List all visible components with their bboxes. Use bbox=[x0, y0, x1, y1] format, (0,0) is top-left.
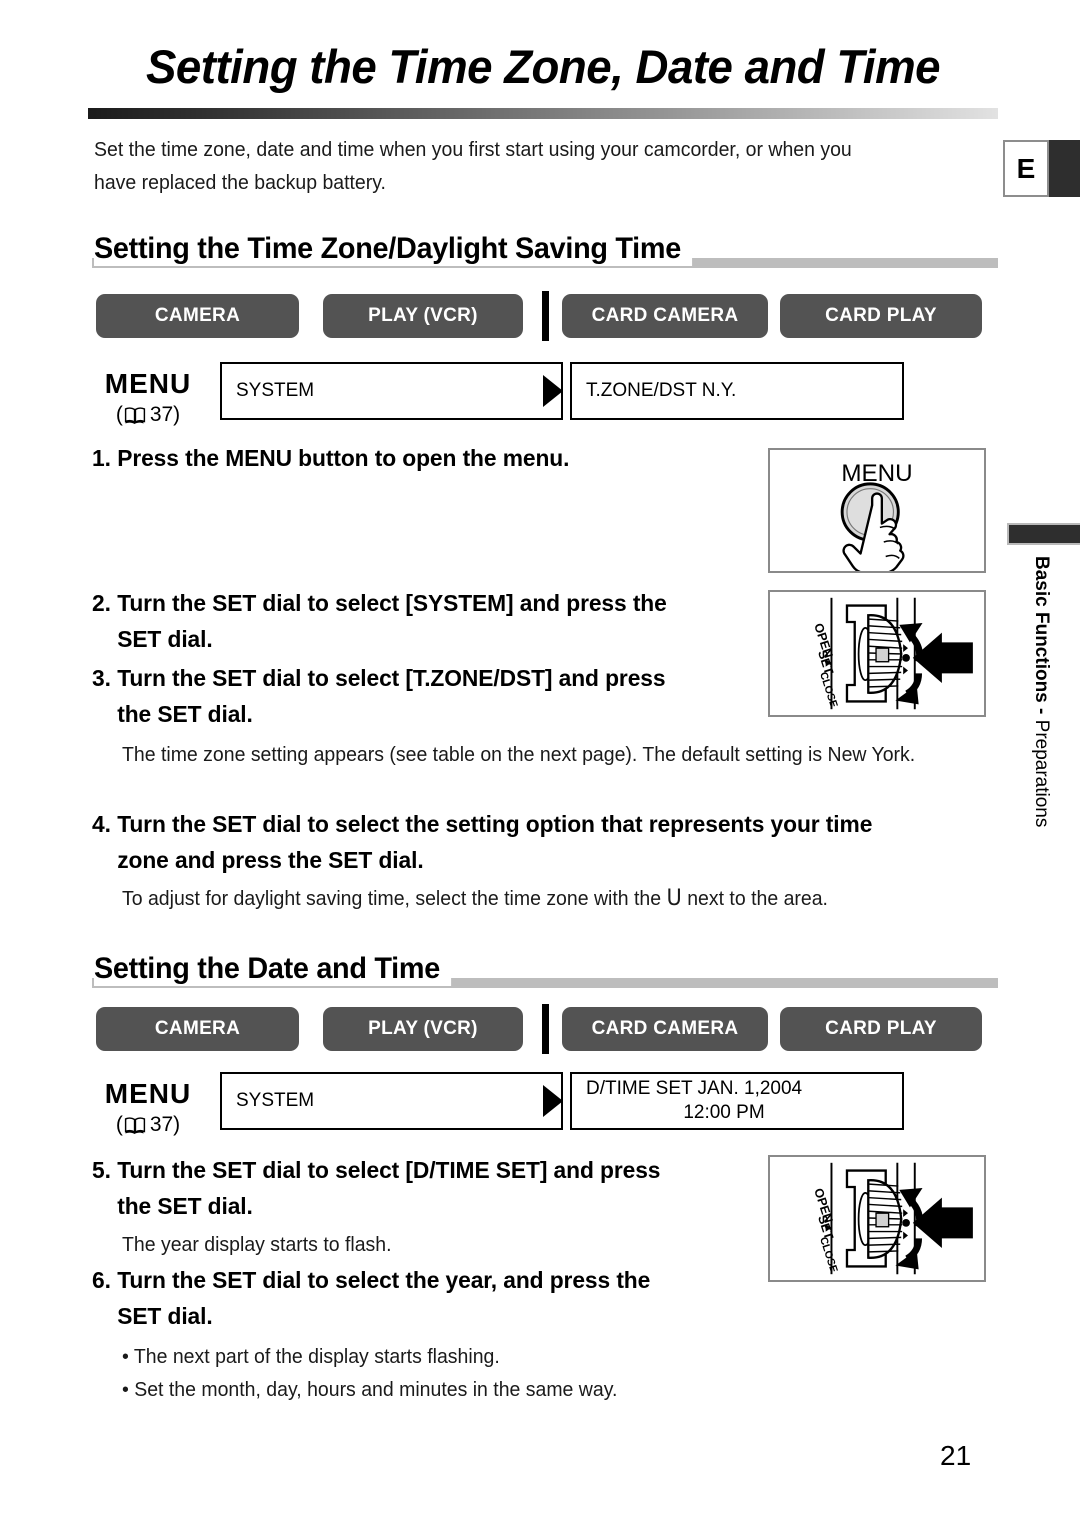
step-5-text: Turn the SET dial to select [D/TIME SET]… bbox=[117, 1157, 661, 1183]
menu-label-2: MENU bbox=[104, 1078, 192, 1109]
set-dial-illustration-svg-2: OPEN SET CLOSE bbox=[811, 1162, 973, 1275]
step-4-note-post: next to the area. bbox=[681, 887, 828, 910]
menu-box-tzone: T.ZONE/DST N.Y. bbox=[570, 362, 904, 420]
menu-path-section2: MENU (37) SYSTEM D/TIME SET JAN. 1,2004 … bbox=[88, 1072, 998, 1136]
step-2-text: Turn the SET dial to select [SYSTEM] and… bbox=[117, 590, 667, 616]
side-tab-label: Basic Functions - Preparations bbox=[1004, 556, 1054, 827]
mode-separator bbox=[542, 291, 549, 341]
menu-box-dtime-line2: 12:00 PM bbox=[683, 1102, 765, 1123]
step-2: 2. Turn the SET dial to select [SYSTEM] a… bbox=[92, 585, 732, 657]
step-4-note: To adjust for daylight saving time, sele… bbox=[122, 882, 968, 915]
menu-box-system-text-2: SYSTEM bbox=[236, 1090, 315, 1112]
menu-illustration-caption: MENU bbox=[841, 460, 912, 487]
step-4: 4. Turn the SET dial to select the settin… bbox=[92, 806, 975, 878]
step-6: 6. Turn the SET dial to select the year, … bbox=[92, 1262, 732, 1334]
menu-path-label-group-2: MENU (37) bbox=[88, 1078, 208, 1137]
step-6-text-line2: SET dial. bbox=[117, 1303, 213, 1329]
step-4-text-line2: zone and press the SET dial. bbox=[117, 847, 424, 873]
mode-button-card-play[interactable]: CARD PLAY bbox=[780, 294, 982, 338]
menu-path-section1: MENU (37) SYSTEM T.ZONE/DST N.Y. bbox=[88, 362, 998, 426]
step-3-note: The time zone setting appears (see table… bbox=[122, 743, 916, 766]
intro-paragraph: Set the time zone, date and time when yo… bbox=[94, 138, 852, 194]
menu-box-system-text: SYSTEM bbox=[236, 380, 315, 402]
step-5-number: 5. bbox=[92, 1157, 111, 1183]
step-5: 5. Turn the SET dial to select [D/TIME SE… bbox=[92, 1152, 732, 1224]
section-heading-text: Setting the Time Zone/Daylight Saving Ti… bbox=[94, 232, 693, 266]
step-6-bullets: • The next part of the display starts fl… bbox=[122, 1340, 787, 1406]
book-icon bbox=[124, 407, 145, 424]
page-title: Setting the Time Zone, Date and Time bbox=[145, 40, 941, 93]
language-tab-bar bbox=[1046, 140, 1080, 197]
step-2-number: 2. bbox=[92, 590, 111, 616]
step-4-text: Turn the SET dial to select the setting … bbox=[117, 811, 873, 837]
menu-page-number-2: 37 bbox=[149, 1113, 174, 1136]
book-icon-2 bbox=[124, 1117, 145, 1134]
step-6-text: Turn the SET dial to select the year, an… bbox=[117, 1267, 651, 1293]
menu-box-system-2: SYSTEM bbox=[220, 1072, 563, 1130]
step-3-text: Turn the SET dial to select [T.ZONE/DST]… bbox=[117, 665, 666, 691]
section-heading-date-time: Setting the Date and Time bbox=[92, 948, 998, 988]
menu-flow-arrow-icon bbox=[543, 375, 563, 407]
menu-box-dtime-line1: D/TIME SET JAN. 1,2004 bbox=[586, 1078, 803, 1100]
step-4-number: 4. bbox=[92, 811, 111, 837]
menu-box-tzone-text: T.ZONE/DST N.Y. bbox=[586, 380, 737, 402]
menu-label: MENU bbox=[104, 368, 192, 399]
menu-box-dtime-text: D/TIME SET JAN. 1,2004 12:00 PM bbox=[572, 1077, 902, 1125]
title-gradient-rule bbox=[88, 108, 998, 119]
dial-label-close: CLOSE bbox=[817, 671, 840, 710]
set-dial-illustration-svg-1: OPEN SET CLOSE bbox=[811, 597, 973, 710]
side-tab-marker bbox=[1007, 523, 1080, 545]
mode-button-card-camera[interactable]: CARD CAMERA bbox=[562, 294, 768, 338]
menu-page-reference-2: (37) bbox=[115, 1113, 181, 1136]
mode-button-camera-2[interactable]: CAMERA bbox=[96, 1007, 299, 1051]
step-2-text-line2: SET dial. bbox=[117, 626, 213, 652]
step-1-text: Press the MENU button to open the menu. bbox=[117, 445, 570, 471]
mode-button-play-vcr-2[interactable]: PLAY (VCR) bbox=[323, 1007, 523, 1051]
step-1: 1. Press the MENU button to open the menu… bbox=[92, 440, 732, 476]
mode-button-card-camera-2[interactable]: CARD CAMERA bbox=[562, 1007, 768, 1051]
mode-button-card-play-2[interactable]: CARD PLAY bbox=[780, 1007, 982, 1051]
menu-page-reference: (37) bbox=[115, 403, 181, 426]
step-3-text-line2: the SET dial. bbox=[117, 701, 253, 727]
side-tab-bold-text: Basic Functions - bbox=[1031, 556, 1052, 715]
dial-label-close-2: CLOSE bbox=[817, 1236, 840, 1275]
daylight-saving-symbol: U bbox=[666, 886, 682, 911]
menu-button-illustration: MENU bbox=[768, 448, 986, 575]
step-6-bullet-2: • Set the month, day, hours and minutes … bbox=[122, 1378, 618, 1401]
step-6-bullet-1: • The next part of the display starts fl… bbox=[122, 1345, 500, 1368]
step-1-number: 1. bbox=[92, 445, 111, 471]
menu-path-label-group: MENU (37) bbox=[88, 368, 208, 427]
language-tab-e: E bbox=[1003, 140, 1049, 197]
set-dial-illustration-2: OPEN SET CLOSE bbox=[768, 1155, 986, 1282]
step-3-number: 3. bbox=[92, 665, 111, 691]
menu-button-illustration-svg: MENU bbox=[840, 460, 913, 575]
step-4-note-pre: To adjust for daylight saving time, sele… bbox=[122, 887, 667, 910]
mode-button-camera[interactable]: CAMERA bbox=[96, 294, 299, 338]
step-3: 3. Turn the SET dial to select [T.ZONE/DS… bbox=[92, 660, 742, 732]
set-dial-illustration-1: OPEN SET CLOSE bbox=[768, 590, 986, 717]
menu-box-dtime: D/TIME SET JAN. 1,2004 12:00 PM bbox=[570, 1072, 904, 1130]
step-6-number: 6. bbox=[92, 1267, 111, 1293]
mode-button-play-vcr[interactable]: PLAY (VCR) bbox=[323, 294, 523, 338]
menu-flow-arrow-icon-2 bbox=[543, 1085, 563, 1117]
side-tab-regular-text: Preparations bbox=[1031, 719, 1052, 828]
step-5-text-line2: the SET dial. bbox=[117, 1193, 253, 1219]
step-5-note: The year display starts to flash. bbox=[122, 1233, 392, 1256]
section-heading-time-zone: Setting the Time Zone/Daylight Saving Ti… bbox=[92, 228, 998, 268]
section-heading-text-2: Setting the Date and Time bbox=[94, 952, 452, 986]
menu-page-number: 37 bbox=[149, 403, 174, 426]
menu-box-system: SYSTEM bbox=[220, 362, 563, 420]
mode-separator-2 bbox=[542, 1004, 549, 1054]
page-number: 21 bbox=[940, 1440, 972, 1471]
